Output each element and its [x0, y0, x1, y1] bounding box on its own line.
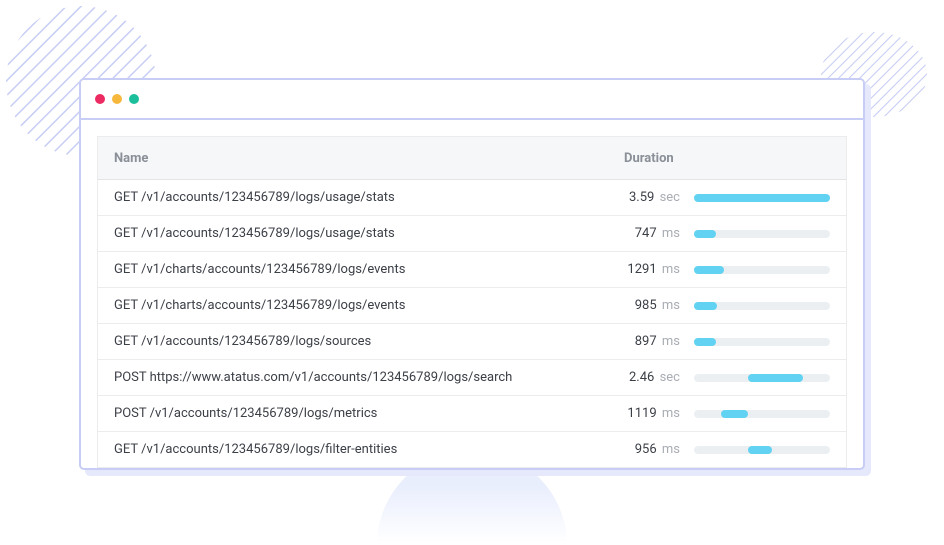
request-name: GET /v1/accounts/123456789/logs/usage/st…	[114, 226, 624, 241]
duration-bar	[694, 410, 830, 418]
duration-bar	[694, 302, 830, 310]
table-row[interactable]: GET /v1/accounts/123456789/logs/usage/st…	[97, 216, 847, 252]
duration-bar	[694, 230, 830, 238]
request-name: GET /v1/accounts/123456789/logs/usage/st…	[114, 190, 624, 205]
request-name: GET /v1/charts/accounts/123456789/logs/e…	[114, 298, 624, 313]
table-row[interactable]: GET /v1/accounts/123456789/logs/sources8…	[97, 324, 847, 360]
request-duration: 897 ms	[624, 334, 694, 349]
window-titlebar	[81, 80, 863, 120]
request-name: GET /v1/accounts/123456789/logs/sources	[114, 334, 624, 349]
request-duration: 985 ms	[624, 298, 694, 313]
close-icon[interactable]	[95, 94, 105, 104]
duration-bar	[694, 266, 830, 274]
table-header: Name Duration	[97, 136, 847, 180]
request-duration: 747 ms	[624, 226, 694, 241]
column-header-duration[interactable]: Duration	[624, 151, 694, 166]
table-row[interactable]: POST https://www.atatus.com/v1/accounts/…	[97, 360, 847, 396]
duration-bar	[694, 338, 830, 346]
table-row[interactable]: GET /v1/charts/accounts/123456789/logs/e…	[97, 252, 847, 288]
request-duration: 2.46 sec	[624, 370, 694, 385]
request-name: POST /v1/accounts/123456789/logs/metrics	[114, 406, 624, 421]
minimize-icon[interactable]	[112, 94, 122, 104]
browser-window: Name Duration GET /v1/accounts/123456789…	[79, 78, 865, 470]
duration-bar	[694, 446, 830, 454]
request-duration: 3.59 sec	[624, 190, 694, 205]
duration-bar	[694, 194, 830, 202]
duration-bar	[694, 374, 830, 382]
request-name: GET /v1/accounts/123456789/logs/filter-e…	[114, 442, 624, 457]
request-name: GET /v1/charts/accounts/123456789/logs/e…	[114, 262, 624, 277]
request-name: POST https://www.atatus.com/v1/accounts/…	[114, 370, 624, 385]
request-table: Name Duration GET /v1/accounts/123456789…	[81, 120, 863, 468]
request-duration: 1291 ms	[624, 262, 694, 277]
column-header-name[interactable]: Name	[114, 151, 624, 166]
table-row[interactable]: GET /v1/accounts/123456789/logs/usage/st…	[97, 180, 847, 216]
table-row[interactable]: GET /v1/accounts/123456789/logs/filter-e…	[97, 432, 847, 468]
table-row[interactable]: GET /v1/charts/accounts/123456789/logs/e…	[97, 288, 847, 324]
request-duration: 956 ms	[624, 442, 694, 457]
zoom-icon[interactable]	[129, 94, 139, 104]
table-row[interactable]: POST /v1/accounts/123456789/logs/metrics…	[97, 396, 847, 432]
request-duration: 1119 ms	[624, 406, 694, 421]
